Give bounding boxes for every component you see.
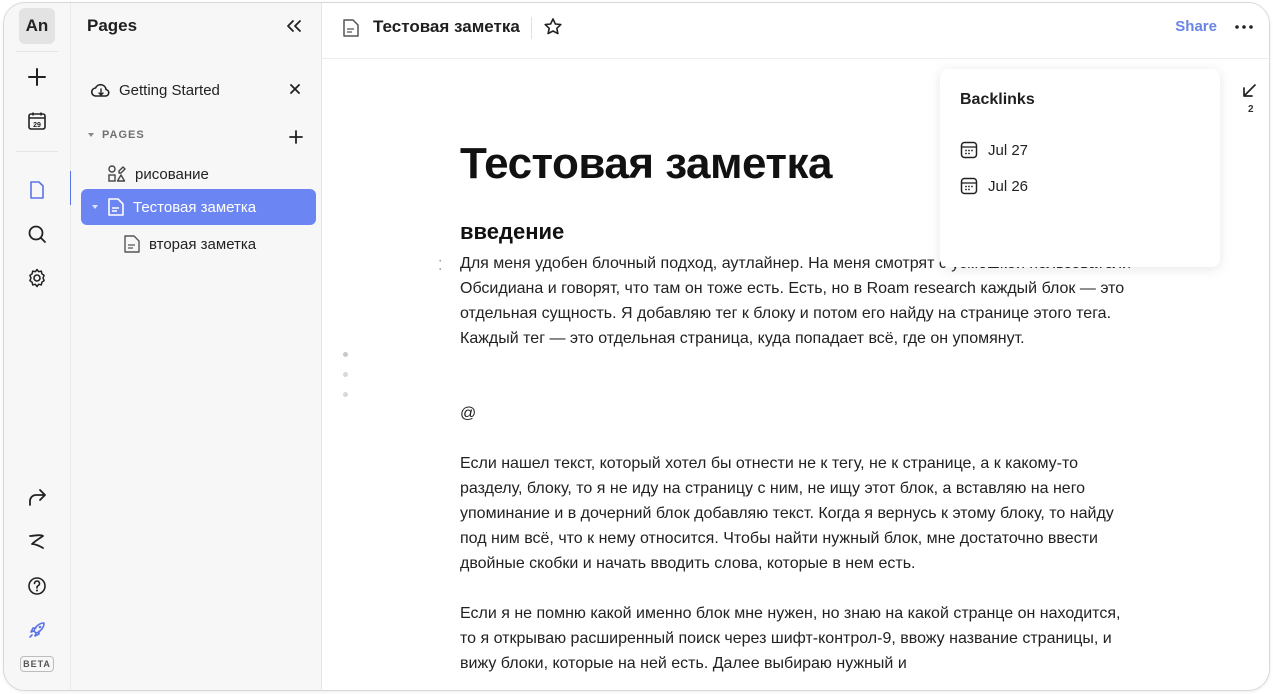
- page-icon: [107, 197, 125, 217]
- caret-down-icon[interactable]: [91, 203, 99, 211]
- page-icon[interactable]: [21, 174, 53, 206]
- paragraph-block[interactable]: @: [460, 401, 1140, 426]
- backlink-item[interactable]: Jul 27: [960, 138, 1028, 162]
- panel-title: Pages: [87, 16, 138, 35]
- app-window: An 29 BETA Pages Getting Started PAGES р…: [3, 2, 1270, 691]
- help-icon[interactable]: [21, 570, 53, 602]
- brand-logo-icon[interactable]: [21, 526, 53, 558]
- calendar-icon: [960, 177, 978, 195]
- calendar-icon[interactable]: 29: [21, 105, 53, 137]
- block-dot: [343, 392, 348, 397]
- top-bar: Тестовая заметка Share: [322, 3, 1269, 59]
- arrow-down-left-icon: [1243, 84, 1256, 97]
- rail-divider: [16, 51, 58, 52]
- shapes-icon: [107, 164, 127, 184]
- document-title: Тестовая заметка: [373, 17, 520, 36]
- sidebar-item-вторая-заметка[interactable]: вторая заметка: [121, 227, 311, 261]
- backlinks-count: 2: [1248, 104, 1254, 115]
- left-rail: An 29 BETA: [4, 3, 72, 690]
- pages-panel: Pages Getting Started PAGES рисование Те…: [71, 3, 322, 690]
- close-icon[interactable]: [285, 79, 305, 99]
- paragraph-block[interactable]: Если я не помню какой именно блок мне ну…: [460, 601, 1140, 676]
- page-icon: [342, 18, 360, 38]
- share-arrow-icon[interactable]: [21, 482, 53, 514]
- beta-badge: BETA: [20, 656, 54, 672]
- page-icon: [123, 234, 141, 254]
- share-button[interactable]: Share: [1175, 18, 1217, 35]
- block-dot: [343, 352, 348, 357]
- gear-icon[interactable]: [21, 262, 53, 294]
- drag-handle-icon[interactable]: ⁚: [438, 257, 442, 274]
- more-options-icon[interactable]: [1231, 15, 1257, 39]
- getting-started-item[interactable]: Getting Started: [85, 75, 311, 105]
- sidebar-item-label: Тестовая заметка: [133, 198, 257, 216]
- backlinks-panel: Backlinks Jul 27 Jul 26: [940, 69, 1220, 267]
- getting-started-label: Getting Started: [119, 81, 220, 99]
- rail-divider: [16, 151, 58, 152]
- backlink-item[interactable]: Jul 26: [960, 174, 1028, 198]
- plus-icon[interactable]: [21, 61, 53, 93]
- cloud-icon: [91, 81, 111, 99]
- sidebar-item-label: рисование: [135, 165, 209, 183]
- calendar-icon: [960, 141, 978, 159]
- caret-down-icon: [88, 133, 94, 137]
- sidebar-item-тестовая-заметка[interactable]: Тестовая заметка: [81, 189, 316, 225]
- backlink-label: Jul 27: [988, 141, 1029, 159]
- rocket-icon[interactable]: [21, 614, 53, 646]
- sidebar-item-рисование[interactable]: рисование: [103, 157, 303, 191]
- block-dot: [343, 372, 348, 377]
- add-page-button[interactable]: [285, 126, 307, 148]
- pages-section-header[interactable]: PAGES: [87, 129, 145, 141]
- calendar-day: 29: [33, 122, 41, 129]
- search-icon[interactable]: [21, 218, 53, 250]
- section-heading[interactable]: введение: [460, 219, 564, 245]
- sidebar-item-label: вторая заметка: [149, 235, 257, 253]
- collapse-sidebar-icon[interactable]: [283, 15, 305, 37]
- top-bar-divider: [531, 17, 532, 39]
- paragraph-block[interactable]: Если нашел текст, который хотел бы отнес…: [460, 451, 1140, 576]
- backlink-label: Jul 26: [988, 177, 1029, 195]
- backlinks-title: Backlinks: [960, 91, 1035, 108]
- page-title[interactable]: Тестовая заметка: [460, 139, 832, 189]
- workspace-avatar[interactable]: An: [19, 8, 55, 44]
- pages-section-label: PAGES: [102, 129, 145, 141]
- star-icon[interactable]: [543, 17, 563, 37]
